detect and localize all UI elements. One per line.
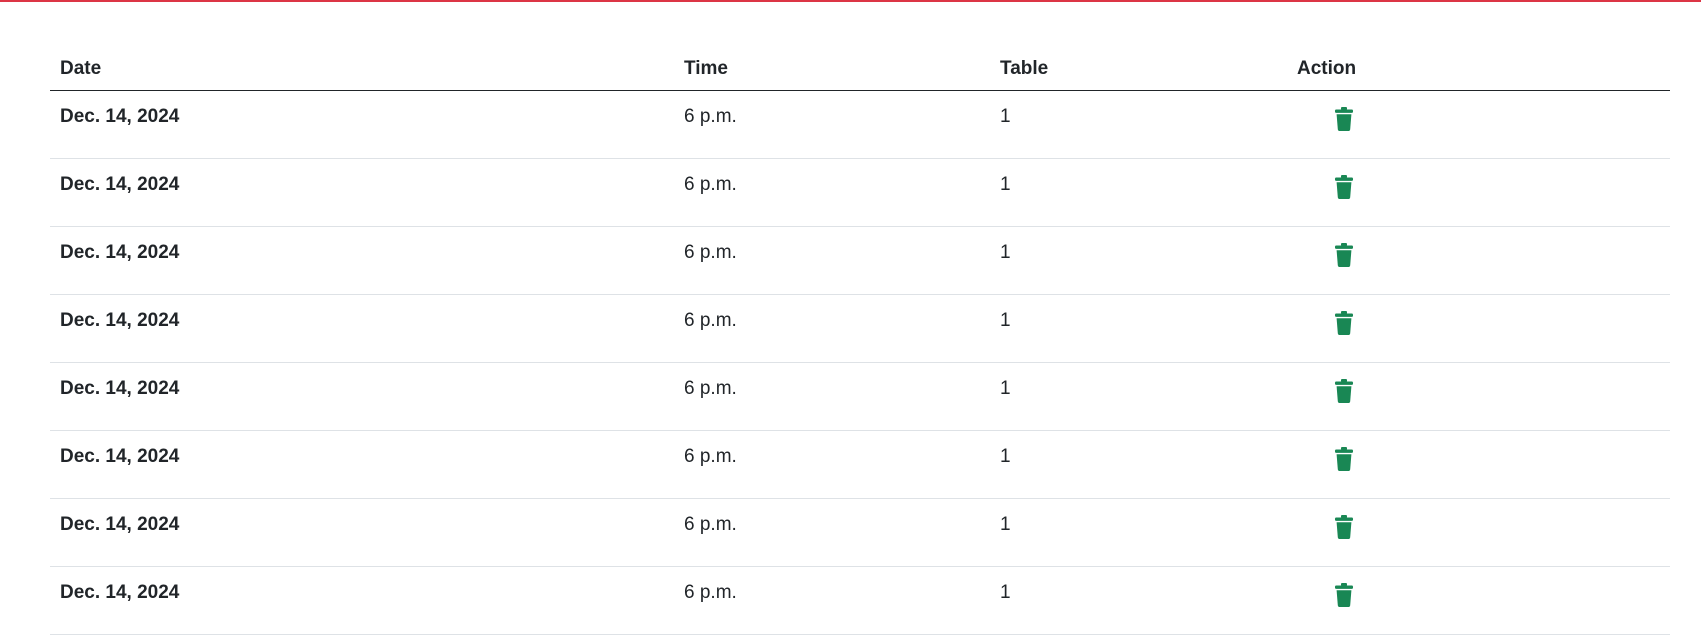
time-cell: 6 p.m. (674, 226, 990, 295)
delete-booking-button[interactable] (1331, 310, 1357, 336)
trash-icon (1331, 106, 1357, 132)
top-accent-line (0, 0, 1701, 2)
delete-booking-button[interactable] (1331, 378, 1357, 404)
header-row: Date Time Table Action (50, 48, 1670, 91)
action-cell (1287, 430, 1670, 499)
time-cell: 6 p.m. (674, 158, 990, 227)
table-row: Dec. 14, 2024 6 p.m. 1 (50, 498, 1670, 567)
trash-icon (1331, 310, 1357, 336)
action-cell (1287, 498, 1670, 567)
bookings-table: Date Time Table Action Dec. 14, 2024 6 p… (50, 48, 1670, 635)
table-row: Dec. 14, 2024 6 p.m. 1 (50, 158, 1670, 227)
time-cell: 6 p.m. (674, 498, 990, 567)
table-body: Dec. 14, 2024 6 p.m. 1 Dec. 14, 2024 6 p… (50, 90, 1670, 635)
delete-booking-button[interactable] (1331, 242, 1357, 268)
table-number-cell: 1 (990, 362, 1287, 431)
table-number-cell: 1 (990, 158, 1287, 227)
table-row: Dec. 14, 2024 6 p.m. 1 (50, 226, 1670, 295)
trash-icon (1331, 242, 1357, 268)
trash-icon (1331, 174, 1357, 200)
table-row: Dec. 14, 2024 6 p.m. 1 (50, 294, 1670, 363)
table-row: Dec. 14, 2024 6 p.m. 1 (50, 430, 1670, 499)
trash-icon (1331, 514, 1357, 540)
table-row: Dec. 14, 2024 6 p.m. 1 (50, 566, 1670, 635)
delete-booking-button[interactable] (1331, 106, 1357, 132)
delete-booking-button[interactable] (1331, 174, 1357, 200)
action-cell (1287, 226, 1670, 295)
time-cell: 6 p.m. (674, 566, 990, 635)
delete-booking-button[interactable] (1331, 582, 1357, 608)
time-cell: 6 p.m. (674, 362, 990, 431)
action-cell (1287, 566, 1670, 635)
table-number-cell: 1 (990, 226, 1287, 295)
date-cell: Dec. 14, 2024 (50, 566, 674, 635)
header-table: Table (990, 48, 1287, 91)
action-cell (1287, 362, 1670, 431)
date-cell: Dec. 14, 2024 (50, 294, 674, 363)
bookings-table-container: Date Time Table Action Dec. 14, 2024 6 p… (50, 48, 1670, 635)
delete-booking-button[interactable] (1331, 446, 1357, 472)
trash-icon (1331, 446, 1357, 472)
header-time: Time (674, 48, 990, 91)
time-cell: 6 p.m. (674, 430, 990, 499)
table-row: Dec. 14, 2024 6 p.m. 1 (50, 362, 1670, 431)
time-cell: 6 p.m. (674, 90, 990, 159)
delete-booking-button[interactable] (1331, 514, 1357, 540)
trash-icon (1331, 582, 1357, 608)
time-cell: 6 p.m. (674, 294, 990, 363)
date-cell: Dec. 14, 2024 (50, 226, 674, 295)
table-row: Dec. 14, 2024 6 p.m. 1 (50, 90, 1670, 159)
header-date: Date (50, 48, 674, 91)
date-cell: Dec. 14, 2024 (50, 430, 674, 499)
table-number-cell: 1 (990, 498, 1287, 567)
trash-icon (1331, 378, 1357, 404)
table-number-cell: 1 (990, 566, 1287, 635)
action-cell (1287, 158, 1670, 227)
header-action: Action (1287, 48, 1670, 91)
table-number-cell: 1 (990, 90, 1287, 159)
action-cell (1287, 294, 1670, 363)
action-cell (1287, 90, 1670, 159)
table-number-cell: 1 (990, 294, 1287, 363)
date-cell: Dec. 14, 2024 (50, 90, 674, 159)
date-cell: Dec. 14, 2024 (50, 158, 674, 227)
date-cell: Dec. 14, 2024 (50, 362, 674, 431)
table-number-cell: 1 (990, 430, 1287, 499)
date-cell: Dec. 14, 2024 (50, 498, 674, 567)
table-header: Date Time Table Action (50, 48, 1670, 91)
